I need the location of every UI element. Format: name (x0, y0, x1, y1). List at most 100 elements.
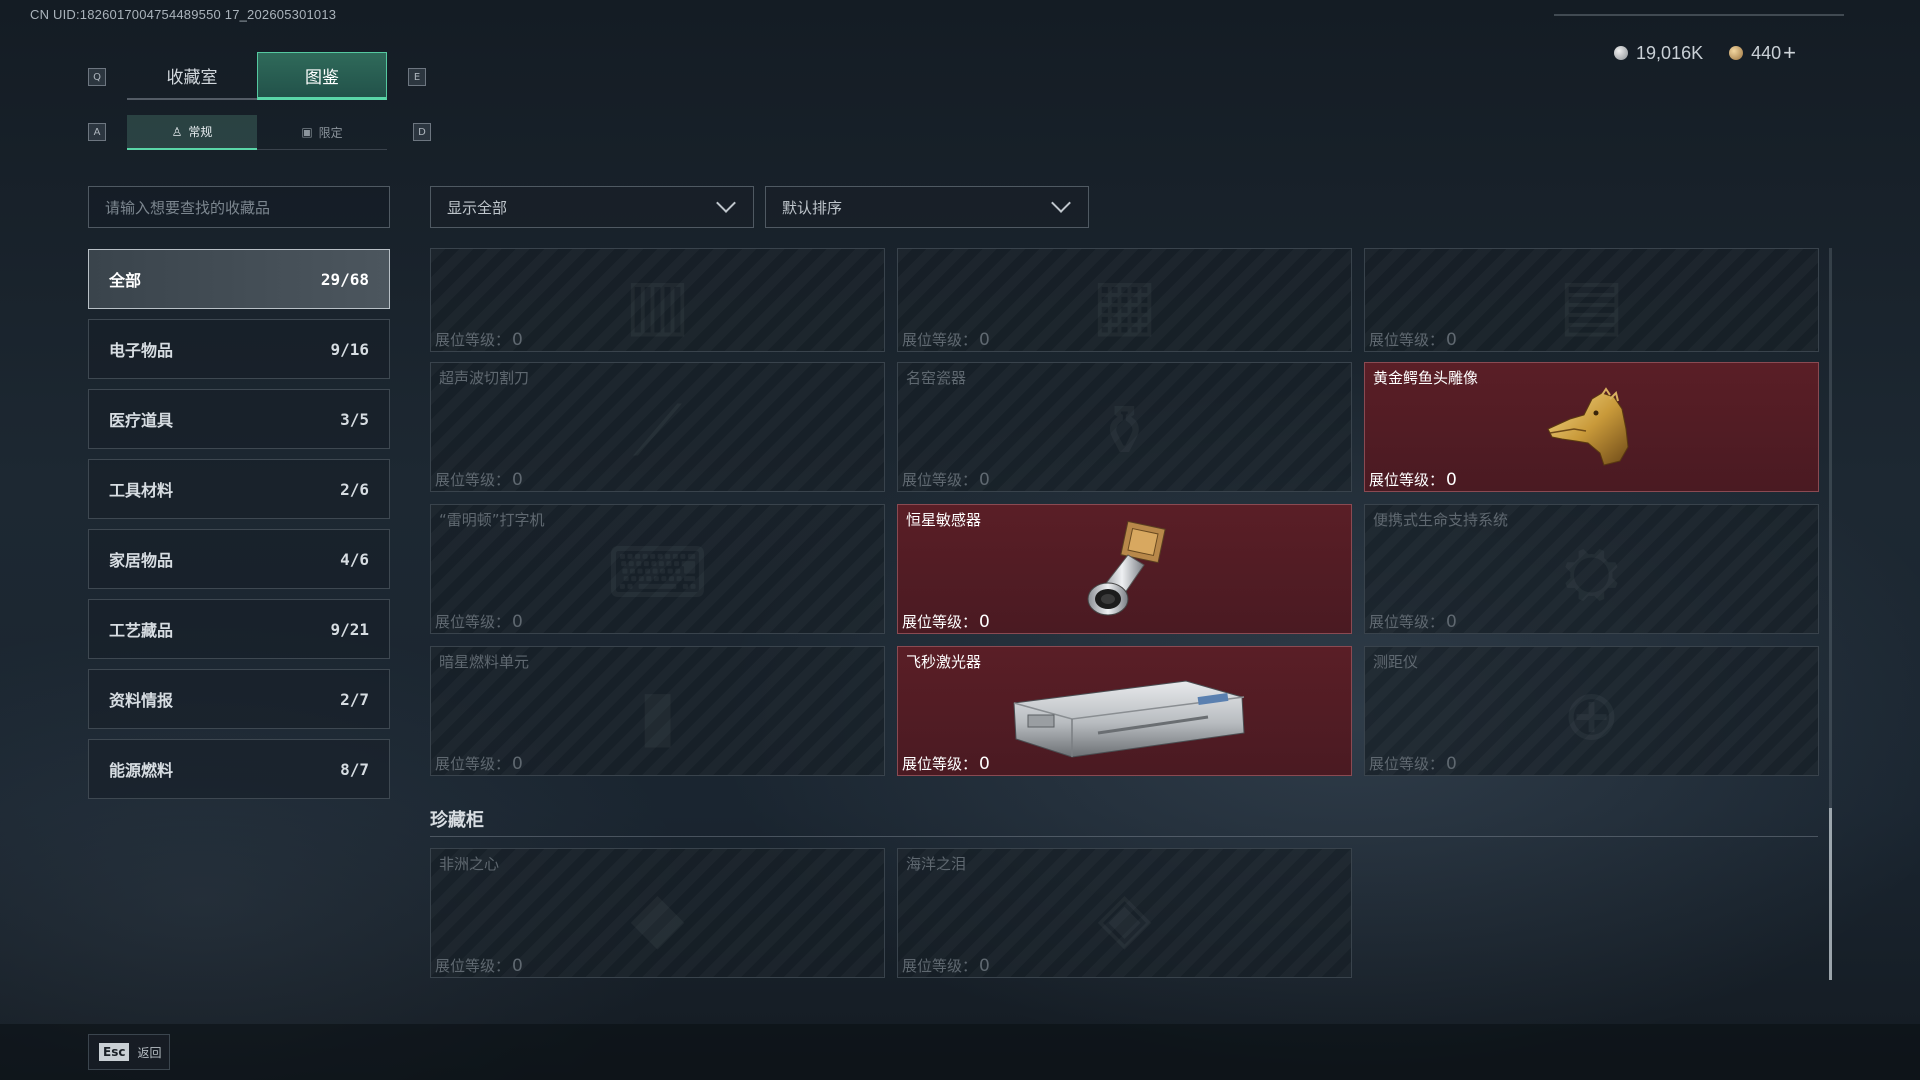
category-electronics[interactable]: 电子物品 9/16 (88, 319, 390, 379)
key-hint-e: E (408, 68, 426, 86)
collection-card-owned[interactable]: 黄金鳄鱼头雕像 展位等级： 0 (1364, 362, 1819, 492)
sort-dropdown-value: 默认排序 (782, 198, 843, 217)
category-count: 2/7 (340, 689, 369, 709)
booth-level: 展位等级： 0 (1369, 754, 1457, 774)
key-hint-d: D (413, 123, 431, 141)
filter-dropdown-value: 显示全部 (447, 198, 508, 217)
category-energy[interactable]: 能源燃料 8/7 (88, 739, 390, 799)
collection-card[interactable]: ▦ 展位等级： 0 (897, 248, 1352, 352)
top-progress-line (1554, 14, 1844, 16)
category-crafts[interactable]: 工艺藏品 9/21 (88, 599, 390, 659)
sub-tabs: ♙ 常规 ▣ 限定 (127, 115, 387, 150)
key-hint-q: Q (88, 68, 106, 86)
sort-dropdown[interactable]: 默认排序 (765, 186, 1089, 228)
booth-level: 展位等级： 0 (435, 612, 523, 632)
rangefinder-icon: ⊕ (1562, 674, 1621, 757)
silver-amount: 19,016K (1636, 42, 1704, 63)
subtab-limited[interactable]: ▣ 限定 (257, 115, 387, 150)
silver-coin-icon (1614, 46, 1629, 60)
booth-level: 展位等级： 0 (902, 470, 990, 490)
filter-dropdown[interactable]: 显示全部 (430, 186, 754, 228)
item-name: 非洲之心 (439, 855, 500, 873)
chevron-down-icon (1051, 193, 1071, 213)
limited-icon: ▣ (301, 125, 313, 139)
booth-level: 展位等级： 0 (902, 754, 990, 774)
subtab-limited-label: 限定 (318, 125, 343, 140)
regular-icon: ♙ (171, 124, 183, 139)
silver-currency: 19,016K (1614, 43, 1703, 64)
collection-card[interactable]: 测距仪 ⊕ 展位等级： 0 (1364, 646, 1819, 776)
booth-level: 展位等级： 0 (1369, 330, 1457, 350)
item-name: 黄金鳄鱼头雕像 (1373, 369, 1479, 387)
key-hint-a: A (88, 123, 106, 141)
back-button[interactable]: Esc 返回 (88, 1034, 170, 1070)
scrollbar-thumb[interactable] (1829, 808, 1832, 980)
collection-card[interactable]: 便携式生命支持系统 ⛭ 展位等级： 0 (1364, 504, 1819, 634)
category-all[interactable]: 全部 29/68 (88, 249, 390, 309)
ocean-gem-icon: ◈ (1097, 876, 1152, 959)
booth-level: 展位等级： 0 (902, 612, 990, 632)
add-currency-button[interactable]: + (1783, 40, 1796, 66)
category-label: 工具材料 (109, 481, 174, 500)
subtab-regular[interactable]: ♙ 常规 (127, 115, 257, 150)
heart-gem-icon: ◆ (630, 876, 685, 959)
category-household[interactable]: 家居物品 4/6 (88, 529, 390, 589)
category-tools[interactable]: 工具材料 2/6 (88, 459, 390, 519)
treasure-card[interactable]: 海洋之泪 ◈ 展位等级： 0 (897, 848, 1352, 978)
gold-coin-icon (1729, 46, 1744, 60)
player-uid: CN UID:1826017004754489550 17_2026053010… (30, 7, 337, 22)
collection-card[interactable]: ▥ 展位等级： 0 (430, 248, 885, 352)
tab-collection-room[interactable]: 收藏室 (127, 52, 257, 100)
booth-level: 展位等级： 0 (902, 330, 990, 350)
chevron-down-icon (716, 193, 736, 213)
category-list: 全部 29/68 电子物品 9/16 医疗道具 3/5 工具材料 2/6 家居物… (88, 249, 390, 809)
category-medical[interactable]: 医疗道具 3/5 (88, 389, 390, 449)
golden-crocodile-head-icon (1547, 387, 1629, 466)
collection-card[interactable]: 名窑瓷器 ⚱ 展位等级： 0 (897, 362, 1352, 492)
footer-bar (0, 1024, 1920, 1080)
item-silhouette-icon: ▤ (1558, 263, 1625, 346)
collection-card[interactable]: 暗星燃料单元 ▮ 展位等级： 0 (430, 646, 885, 776)
collection-card-owned[interactable]: 恒星敏感器 展位等级： 0 (897, 504, 1352, 634)
search-input[interactable]: 请输入想要查找的收藏品 (88, 186, 390, 228)
booth-level: 展位等级： 0 (902, 956, 990, 976)
collection-card[interactable]: 超声波切割刀 ⟋ 展位等级： 0 (430, 362, 885, 492)
gold-amount: 440 (1751, 42, 1782, 63)
treasure-card[interactable]: 非洲之心 ◆ 展位等级： 0 (430, 848, 885, 978)
typewriter-icon: ⌨ (606, 532, 709, 615)
collection-card[interactable]: “雷明顿”打字机 ⌨ 展位等级： 0 (430, 504, 885, 634)
category-label: 医疗道具 (109, 411, 174, 430)
esc-key-icon: Esc (99, 1043, 130, 1061)
category-label: 资料情报 (109, 691, 174, 710)
category-count: 4/6 (340, 549, 369, 569)
category-count: 3/5 (340, 409, 369, 429)
collection-card[interactable]: ▤ 展位等级： 0 (1364, 248, 1819, 352)
category-label: 全部 (109, 271, 142, 290)
ultrasonic-cutter-icon: ⟋ (633, 389, 682, 472)
section-divider (430, 836, 1818, 837)
booth-level: 展位等级： 0 (435, 956, 523, 976)
booth-level: 展位等级： 0 (435, 330, 523, 350)
section-title-treasure: 珍藏柜 (430, 810, 484, 831)
item-name: 恒星敏感器 (906, 511, 982, 529)
back-label: 返回 (137, 1045, 162, 1060)
item-name: 便携式生命支持系统 (1373, 511, 1509, 529)
category-label: 电子物品 (109, 341, 174, 360)
item-name: 测距仪 (1373, 653, 1419, 671)
category-count: 9/16 (330, 339, 369, 359)
life-support-icon: ⛭ (1563, 531, 1620, 614)
item-name: 名窑瓷器 (906, 369, 967, 387)
item-name: 暗星燃料单元 (439, 653, 530, 671)
booth-level: 展位等级： 0 (435, 754, 523, 774)
main-tabs: 收藏室 图鉴 (127, 52, 387, 100)
category-intel[interactable]: 资料情报 2/7 (88, 669, 390, 729)
booth-level: 展位等级： 0 (1369, 612, 1457, 632)
item-name: 超声波切割刀 (439, 369, 530, 387)
item-name: 海洋之泪 (906, 855, 967, 873)
booth-level: 展位等级： 0 (435, 470, 523, 490)
tab-codex[interactable]: 图鉴 (257, 52, 387, 100)
category-label: 家居物品 (109, 551, 174, 570)
category-label: 工艺藏品 (109, 621, 174, 640)
star-sensor-icon (1087, 520, 1166, 616)
collection-card-owned[interactable]: 飞秒激光器 展位等级： 0 (897, 646, 1352, 776)
